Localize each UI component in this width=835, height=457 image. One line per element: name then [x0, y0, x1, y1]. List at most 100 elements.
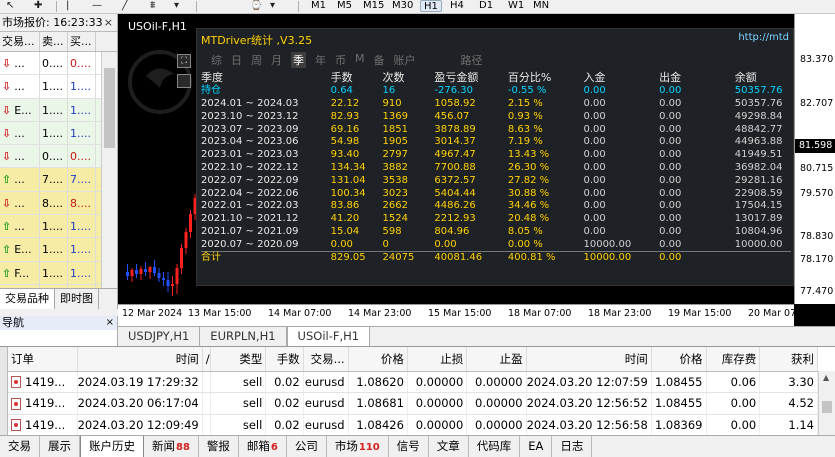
- stats-filter-0[interactable]: 综: [211, 52, 222, 68]
- stats-cell: 0.00: [583, 174, 606, 186]
- expand-icon[interactable]: ⛶: [177, 54, 191, 68]
- timeframe-h4[interactable]: H4: [447, 0, 467, 12]
- market-watch-row[interactable]: ⇩... 8.... 8....: [0, 191, 117, 216]
- stats-cell: 7700.88: [434, 161, 476, 173]
- terminal-tab[interactable]: 交易: [0, 436, 40, 457]
- scrollbar-thumb[interactable]: [104, 68, 115, 148]
- terminal-tab[interactable]: 代码库: [469, 436, 521, 457]
- column-header[interactable]: 价格: [651, 347, 707, 372]
- terminal-tab[interactable]: 市场110: [327, 436, 389, 457]
- terminal-tab[interactable]: 文章: [429, 436, 469, 457]
- template-icon[interactable]: ▾: [270, 0, 275, 12]
- stats-cell: 22.12: [330, 97, 360, 109]
- market-watch-row[interactable]: ⇧ E... 1.... 1....: [0, 238, 117, 262]
- bid-cell: 8....: [40, 191, 68, 215]
- timeframe-h1[interactable]: H1: [420, 0, 442, 12]
- timeframe-d1[interactable]: D1: [476, 0, 496, 12]
- stats-filter-2[interactable]: 周: [251, 52, 262, 68]
- market-watch-row[interactable]: ⇧ F... 1.... 1....: [0, 261, 117, 285]
- stats-filter-8[interactable]: 备: [374, 52, 385, 68]
- timeframe-m1[interactable]: M1: [308, 0, 329, 12]
- market-watch-row[interactable]: ⇩ E... 1.... 1....: [0, 98, 117, 122]
- column-header[interactable]: 价格: [348, 347, 408, 372]
- terminal-tab[interactable]: 展示: [40, 436, 80, 457]
- timeframe-m30[interactable]: M30: [389, 0, 416, 12]
- market-watch-row[interactable]: ⇧... 7.... 7....: [0, 168, 117, 192]
- cursor-icon[interactable]: ↖: [6, 0, 14, 12]
- terminal-tab[interactable]: 账户历史: [80, 436, 144, 457]
- stats-filter-6[interactable]: 币: [335, 52, 346, 68]
- timeframe-w1[interactable]: W1: [505, 0, 527, 12]
- horizontal-line-icon[interactable]: —: [92, 0, 102, 12]
- timeframe-m5[interactable]: M5: [334, 0, 355, 12]
- stats-filter-9[interactable]: 账户: [394, 52, 416, 68]
- ask-cell: 8....: [68, 191, 96, 215]
- terminal-tab[interactable]: 邮箱6: [239, 436, 287, 457]
- terminal-scrollbar[interactable]: ▲: [818, 371, 835, 437]
- terminal-tab[interactable]: 新闻88: [144, 436, 199, 457]
- stats-filter-3[interactable]: 月: [271, 52, 282, 68]
- price-chart[interactable]: WikiFX Wi USOil-F,H1 ⛶ ▤ MTDriver统计 ,V3.…: [118, 14, 835, 326]
- market-watch-row[interactable]: ⇩...1....1....: [0, 121, 117, 146]
- terminal-tab[interactable]: 日志: [552, 436, 593, 457]
- time-axis: 12 Mar 2024 13 Mar 15:00 14 Mar 07:00 14 Ma…: [118, 304, 811, 326]
- market-watch-row[interactable]: ⇩...1....1....: [0, 75, 117, 99]
- column-header[interactable]: 止损: [407, 347, 468, 372]
- column-header[interactable]: 时间: [77, 347, 203, 372]
- stats-cell: 0.00: [659, 238, 682, 250]
- market-watch-row[interactable]: ⇩... 0.... 0....: [0, 145, 117, 169]
- close-icon[interactable]: ×: [104, 14, 113, 32]
- column-header[interactable]: 获利: [759, 347, 818, 372]
- scroll-up-icon[interactable]: ▲: [823, 373, 829, 382]
- table-row[interactable]: 1419... 2024.03.19 17:29:32 sell 0.02 eurusd…: [8, 371, 818, 393]
- column-header-ask[interactable]: 买...: [68, 32, 96, 51]
- close-icon[interactable]: ×: [106, 316, 114, 330]
- terminal-tab[interactable]: 信号: [389, 436, 429, 457]
- tab-tick-chart[interactable]: 即时图: [55, 289, 99, 309]
- table-row[interactable]: 1419... 2024.03.20 06:17:04 sell 0.02 eurusd…: [8, 392, 818, 415]
- period-icon[interactable]: ⌚: [250, 0, 262, 12]
- stats-cell: 20.48 %: [507, 213, 550, 225]
- column-header[interactable]: 交易...: [303, 347, 349, 372]
- stats-filter-7[interactable]: M: [355, 52, 365, 68]
- stats-filter-10[interactable]: 路径: [461, 52, 483, 68]
- column-header[interactable]: 时间: [526, 347, 652, 372]
- chart-tab-usdjpy[interactable]: USDJPY,H1: [118, 327, 201, 346]
- market-watch-title-text: 市场报价: 16:23:33: [2, 16, 103, 29]
- chart-tab-eurpln[interactable]: EURPLN,H1: [200, 327, 287, 346]
- column-header[interactable]: 手数: [265, 347, 304, 372]
- column-header[interactable]: 库存费: [706, 347, 761, 372]
- timeframe-m15[interactable]: M15: [360, 0, 387, 12]
- market-watch-row[interactable]: ⇩... 0.... 0....: [0, 52, 117, 76]
- table-row[interactable]: 1419... 2024.03.20 12:09:49 sell 0.02 eurusd…: [8, 414, 818, 436]
- trendline-icon[interactable]: ╱: [122, 0, 128, 12]
- vertical-line-icon[interactable]: |: [66, 0, 69, 12]
- text-tool-icon[interactable]: ▾: [174, 0, 179, 12]
- crosshair-icon[interactable]: ✚: [34, 0, 42, 12]
- fibo-icon[interactable]: ⩩: [150, 0, 155, 12]
- stats-filter-5[interactable]: 年: [315, 52, 326, 68]
- order-document-icon: [11, 419, 21, 432]
- scrollbar-thumb[interactable]: [822, 401, 832, 413]
- stats-link[interactable]: http://mtd: [738, 32, 789, 43]
- tab-symbols[interactable]: 交易品种: [0, 289, 55, 309]
- order-id: 1419...: [25, 417, 66, 432]
- terminal-tab[interactable]: 警报: [199, 436, 239, 457]
- column-header[interactable]: 类型: [210, 347, 267, 372]
- column-header[interactable]: 止盈: [466, 347, 527, 372]
- stats-filter-1[interactable]: 日: [231, 52, 242, 68]
- market-watch-scrollbar[interactable]: [101, 52, 117, 290]
- terminal-side-handle[interactable]: [0, 347, 8, 437]
- column-header[interactable]: 订单: [8, 347, 78, 372]
- market-watch-row[interactable]: ⇧... 1.... 1....: [0, 215, 117, 239]
- stats-filter-4[interactable]: 季: [291, 52, 306, 68]
- terminal-tab[interactable]: EA: [520, 436, 553, 457]
- column-header[interactable]: /: [202, 347, 211, 372]
- column-header-bid[interactable]: 卖...: [40, 32, 68, 51]
- column-header-symbol[interactable]: 交易...: [0, 32, 40, 51]
- mtdriver-stats-panel: MTDriver统计 ,V3.25 http://mtd 综日周月季年币 M 备账户…: [196, 28, 794, 286]
- timeframe-mn[interactable]: MN: [530, 0, 552, 12]
- terminal-tab[interactable]: 公司: [287, 436, 327, 457]
- toggle-icon[interactable]: [177, 74, 191, 88]
- chart-tab-usoil[interactable]: USOil-F,H1: [286, 327, 371, 346]
